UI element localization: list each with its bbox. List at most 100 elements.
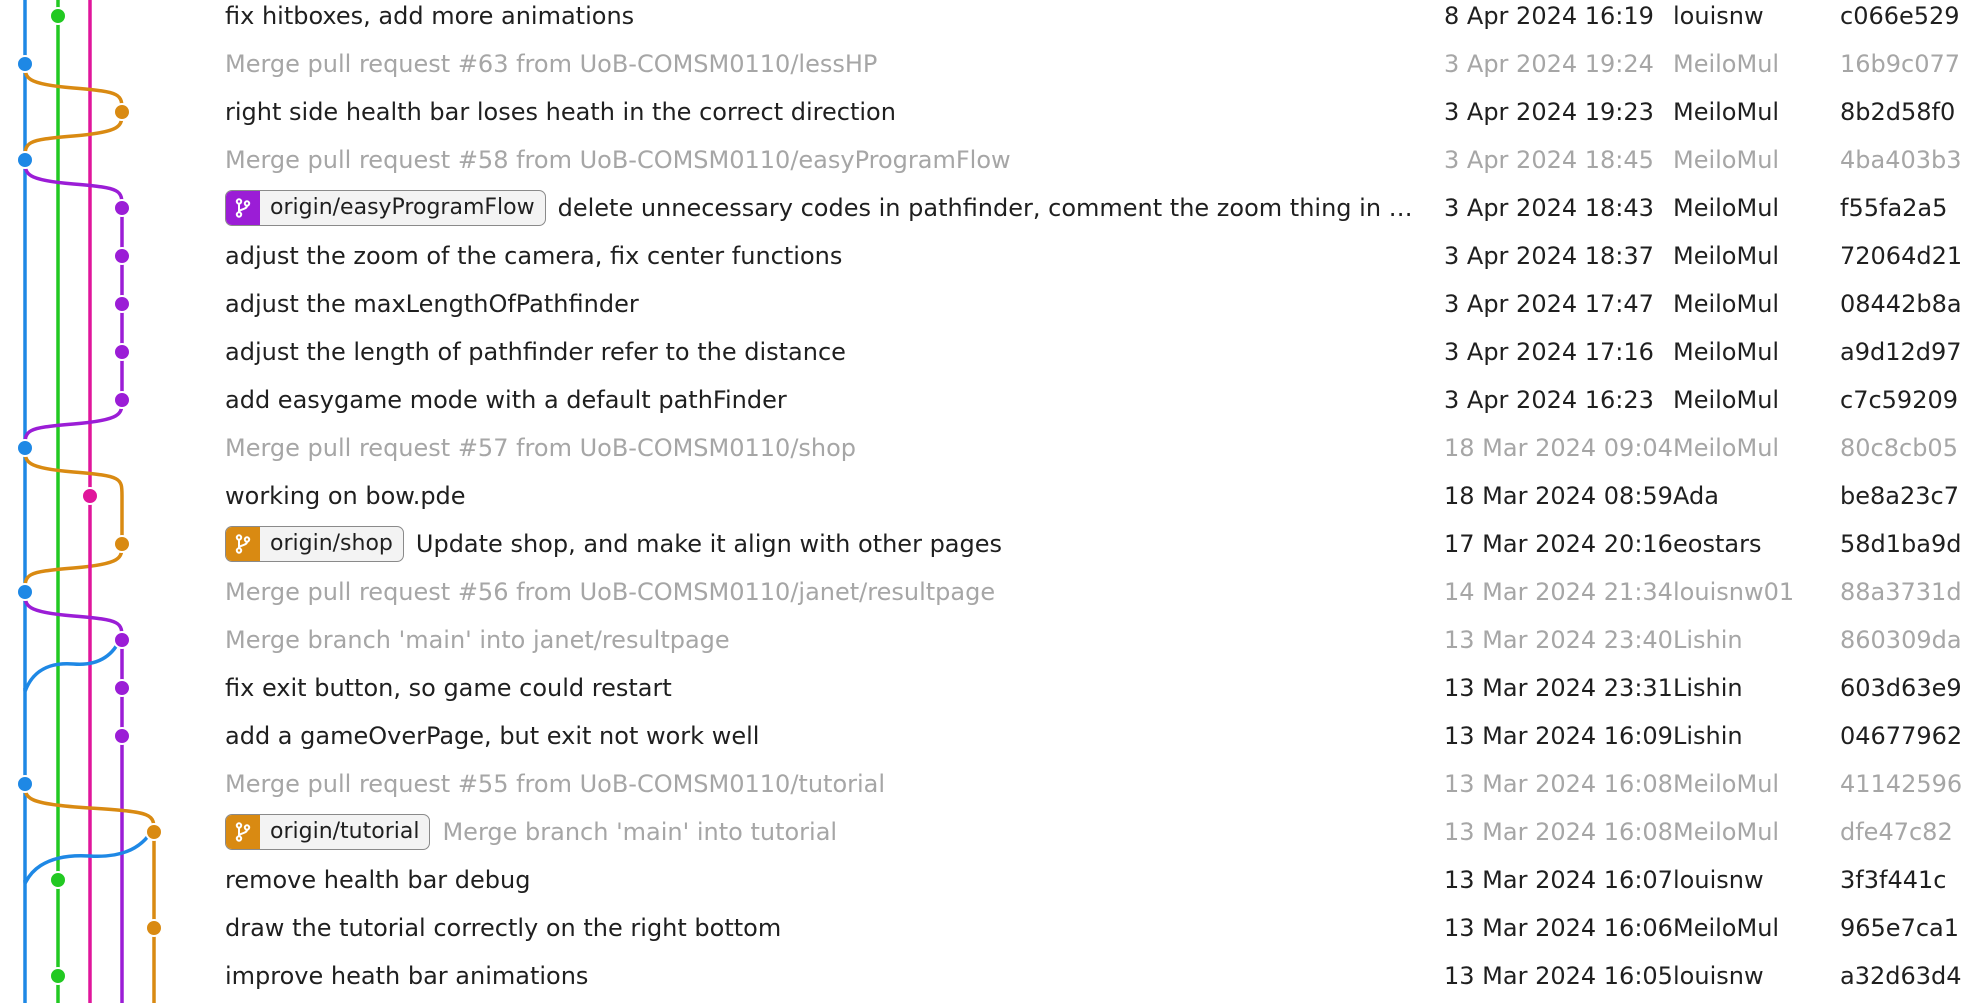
commit-row[interactable]: origin/easyProgramFlow delete unnecessary… — [0, 184, 1966, 232]
commit-message-cell: working on bow.pde — [225, 472, 1420, 520]
commit-date: 17 Mar 2024 20:16 — [1444, 530, 1673, 558]
commit-row[interactable]: add a gameOverPage, but exit not work we… — [0, 712, 1966, 760]
commit-message-cell: origin/easyProgramFlow delete unnecessary… — [225, 184, 1420, 232]
commit-message-cell: Merge pull request #63 from UoB-COMSM011… — [225, 40, 1420, 88]
commit-date: 13 Mar 2024 16:06 — [1444, 914, 1673, 942]
branch-badge-label: origin/shop — [270, 531, 393, 556]
commit-hash: 08442b8a — [1840, 290, 1962, 318]
commit-author: Lishin — [1673, 722, 1743, 750]
commit-date: 18 Mar 2024 09:04 — [1444, 434, 1673, 462]
commit-author: MeiloMul — [1673, 386, 1780, 414]
commit-author: Lishin — [1673, 626, 1743, 654]
commit-author: MeiloMul — [1673, 242, 1780, 270]
commit-message-cell: Merge branch 'main' into janet/resultpag… — [225, 616, 1420, 664]
commit-author: MeiloMul — [1673, 818, 1780, 846]
commit-hash: 16b9c077 — [1840, 50, 1961, 78]
commit-row[interactable]: fix exit button, so game could restart 13… — [0, 664, 1966, 712]
commit-message-cell: add a gameOverPage, but exit not work we… — [225, 712, 1420, 760]
commit-row[interactable]: Merge pull request #63 from UoB-COMSM011… — [0, 40, 1966, 88]
commit-date: 3 Apr 2024 18:43 — [1444, 194, 1654, 222]
commit-date: 13 Mar 2024 16:05 — [1444, 962, 1673, 990]
commit-hash: a32d63d4 — [1840, 962, 1962, 990]
commit-author: louisnw — [1673, 2, 1764, 30]
commit-hash: 88a3731d — [1840, 578, 1962, 606]
commit-author: MeiloMul — [1673, 194, 1780, 222]
branch-icon — [226, 815, 260, 849]
commit-row[interactable]: adjust the zoom of the camera, fix cente… — [0, 232, 1966, 280]
commit-hash: 80c8cb05 — [1840, 434, 1958, 462]
commit-message-cell: right side health bar loses heath in the… — [225, 88, 1420, 136]
commit-message-cell: origin/tutorial Merge branch 'main' into … — [225, 808, 1420, 856]
commit-author: MeiloMul — [1673, 50, 1780, 78]
commit-row[interactable]: Merge pull request #57 from UoB-COMSM011… — [0, 424, 1966, 472]
commit-row[interactable]: improve heath bar animations 13 Mar 2024 … — [0, 952, 1966, 1000]
commit-row[interactable]: working on bow.pde 18 Mar 2024 08:59 Ada be… — [0, 472, 1966, 520]
commit-message: add a gameOverPage, but exit not work we… — [225, 722, 760, 750]
branch-badge[interactable]: origin/easyProgramFlow — [225, 190, 546, 226]
commit-row[interactable]: Merge pull request #56 from UoB-COMSM011… — [0, 568, 1966, 616]
commit-date: 13 Mar 2024 23:31 — [1444, 674, 1673, 702]
commit-row[interactable]: Merge pull request #58 from UoB-COMSM011… — [0, 136, 1966, 184]
commit-message: Merge pull request #56 from UoB-COMSM011… — [225, 578, 996, 606]
branch-icon — [226, 527, 260, 561]
commit-date: 13 Mar 2024 23:40 — [1444, 626, 1673, 654]
commit-message-cell: fix hitboxes, add more animations — [225, 0, 1420, 40]
commit-message: Merge branch 'main' into janet/resultpag… — [225, 626, 730, 654]
commit-author: MeiloMul — [1673, 290, 1780, 318]
commit-message: improve heath bar animations — [225, 962, 589, 990]
commit-message: draw the tutorial correctly on the right… — [225, 914, 782, 942]
commit-date: 3 Apr 2024 18:37 — [1444, 242, 1654, 270]
commit-message: adjust the zoom of the camera, fix cente… — [225, 242, 843, 270]
commit-hash: 860309da — [1840, 626, 1962, 654]
commit-message: Merge pull request #58 from UoB-COMSM011… — [225, 146, 1011, 174]
commit-row[interactable]: Merge branch 'main' into janet/resultpag… — [0, 616, 1966, 664]
commit-author: MeiloMul — [1673, 434, 1780, 462]
commit-message-cell: adjust the zoom of the camera, fix cente… — [225, 232, 1420, 280]
commit-author: MeiloMul — [1673, 770, 1780, 798]
commit-author: Ada — [1673, 482, 1719, 510]
commit-message-cell: add easygame mode with a default pathFin… — [225, 376, 1420, 424]
commit-message: Merge branch 'main' into tutorial — [442, 818, 838, 846]
commit-message: fix exit button, so game could restart — [225, 674, 672, 702]
branch-icon — [226, 191, 260, 225]
commit-row[interactable]: add easygame mode with a default pathFin… — [0, 376, 1966, 424]
commit-message: Merge pull request #63 from UoB-COMSM011… — [225, 50, 878, 78]
commit-hash: 4ba403b3 — [1840, 146, 1962, 174]
commit-date: 13 Mar 2024 16:09 — [1444, 722, 1673, 750]
commit-message: Merge pull request #57 from UoB-COMSM011… — [225, 434, 857, 462]
commit-date: 3 Apr 2024 19:23 — [1444, 98, 1654, 126]
commit-date: 18 Mar 2024 08:59 — [1444, 482, 1673, 510]
commit-message-cell: draw the tutorial correctly on the right… — [225, 904, 1420, 952]
commit-author: MeiloMul — [1673, 914, 1780, 942]
commit-row[interactable]: adjust the length of pathfinder refer to… — [0, 328, 1966, 376]
commit-message-cell: Merge pull request #58 from UoB-COMSM011… — [225, 136, 1420, 184]
commit-hash: 603d63e9 — [1840, 674, 1962, 702]
commit-message-cell: adjust the length of pathfinder refer to… — [225, 328, 1420, 376]
commit-message-cell: Merge pull request #57 from UoB-COMSM011… — [225, 424, 1420, 472]
commit-row[interactable]: right side health bar loses heath in the… — [0, 88, 1966, 136]
commit-message: adjust the maxLengthOfPathfinder — [225, 290, 639, 318]
commit-message: right side health bar loses heath in the… — [225, 98, 896, 126]
commit-date: 3 Apr 2024 19:24 — [1444, 50, 1654, 78]
commit-date: 13 Mar 2024 16:08 — [1444, 818, 1673, 846]
commit-author: louisnw01 — [1673, 578, 1795, 606]
commit-author: MeiloMul — [1673, 98, 1780, 126]
branch-badge[interactable]: origin/tutorial — [225, 814, 431, 850]
commit-row[interactable]: Merge pull request #55 from UoB-COMSM011… — [0, 760, 1966, 808]
commit-author: MeiloMul — [1673, 338, 1780, 366]
commit-message: Merge pull request #55 from UoB-COMSM011… — [225, 770, 886, 798]
commit-hash: 58d1ba9d — [1840, 530, 1962, 558]
commit-row[interactable]: fix hitboxes, add more animations 8 Apr 2… — [0, 0, 1966, 40]
commit-row[interactable]: adjust the maxLengthOfPathfinder 3 Apr 20… — [0, 280, 1966, 328]
commit-row[interactable]: origin/shop Update shop, and make it alig… — [0, 520, 1966, 568]
commit-message: delete unnecessary codes in pathfinder, … — [557, 194, 1420, 222]
commit-row[interactable]: origin/tutorial Merge branch 'main' into … — [0, 808, 1966, 856]
branch-badge[interactable]: origin/shop — [225, 526, 404, 562]
commit-date: 3 Apr 2024 17:16 — [1444, 338, 1654, 366]
commit-row[interactable]: remove health bar debug 13 Mar 2024 16:07… — [0, 856, 1966, 904]
commit-row[interactable]: draw the tutorial correctly on the right… — [0, 904, 1966, 952]
commit-message: adjust the length of pathfinder refer to… — [225, 338, 846, 366]
commit-hash: c7c59209 — [1840, 386, 1959, 414]
commit-message-cell: Merge pull request #56 from UoB-COMSM011… — [225, 568, 1420, 616]
commit-message: add easygame mode with a default pathFin… — [225, 386, 787, 414]
